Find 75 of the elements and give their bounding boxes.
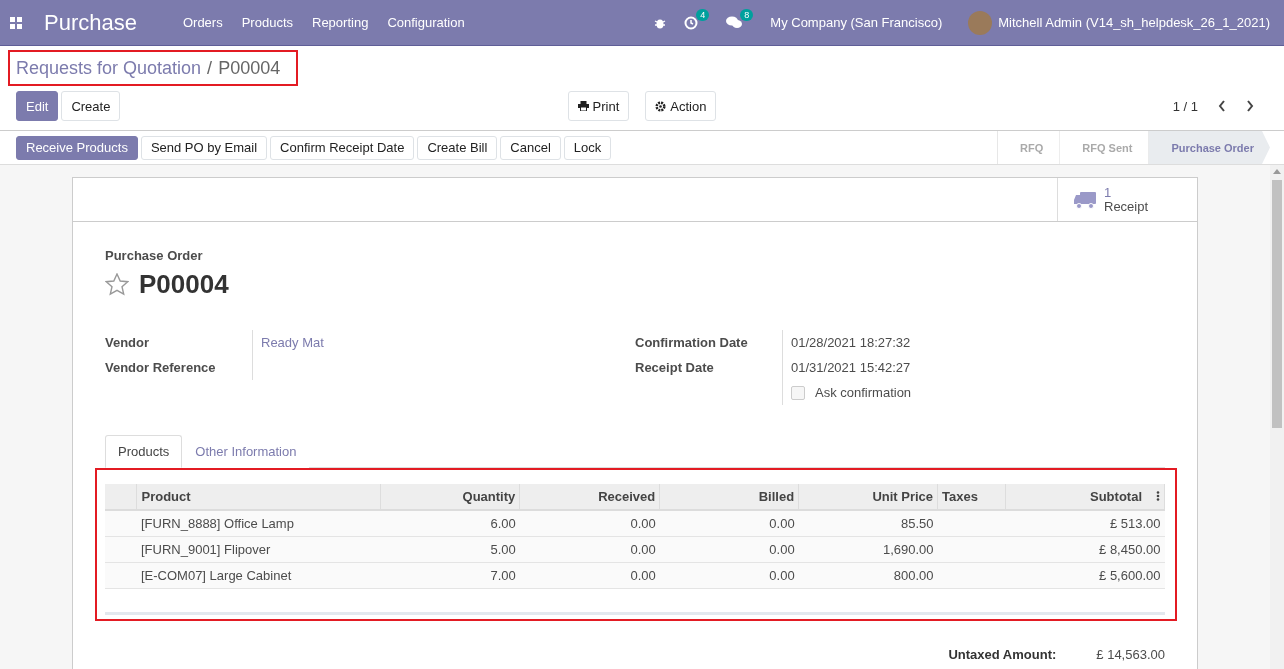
table-cell: 1,690.00 (798, 536, 938, 562)
column-header[interactable]: Received (519, 484, 660, 510)
nav-menu-item[interactable]: Configuration (387, 15, 465, 30)
vendor-link[interactable]: Ready Mat (253, 330, 635, 355)
document-type-label: Purchase Order (105, 248, 204, 263)
apps-menu-icon[interactable] (10, 16, 22, 29)
table-cell: 7.00 (380, 562, 520, 588)
star-icon[interactable] (105, 273, 129, 296)
header-action-button[interactable]: Create Bill (417, 135, 498, 160)
column-header[interactable]: Taxes (937, 484, 1006, 510)
table-cell: 800.00 (798, 562, 938, 588)
header-action-button[interactable]: Send PO by Email (140, 135, 268, 160)
company-switcher[interactable]: My Company (San Francisco) (770, 15, 943, 30)
scrollbar[interactable] (1270, 165, 1284, 669)
checkbox-label: Ask confirmation (815, 385, 912, 400)
next-icon[interactable] (1246, 100, 1254, 112)
field-value: 01/28/2021 18:27:32 (790, 334, 912, 352)
column-header[interactable]: Billed (659, 484, 799, 510)
pager-counter: 1 / 1 (1172, 98, 1198, 114)
table-cell: 0.00 (659, 562, 799, 588)
table-cell: [FURN_9001] Flipover (136, 536, 381, 562)
app-name[interactable]: Purchase (44, 9, 137, 36)
table-cell: £ 8,450.00 (1005, 536, 1165, 562)
table-cell: 0.00 (519, 510, 660, 536)
previous-icon[interactable] (1218, 100, 1226, 112)
header-action-button[interactable]: Confirm Receipt Date (270, 135, 415, 160)
column-header[interactable]: Quantity (380, 484, 520, 510)
field-label: Receipt Date (635, 355, 783, 380)
column-options-icon[interactable] (1156, 491, 1160, 501)
table-cell: 6.00 (380, 510, 520, 536)
table-cell: £ 513.00 (1005, 510, 1165, 536)
header-action-button[interactable]: Cancel (500, 135, 561, 160)
clock-icon[interactable] (684, 15, 699, 30)
scroll-up-icon[interactable] (1273, 169, 1281, 174)
message-count-badge: 8 (740, 9, 754, 21)
order-number: P00004 (139, 269, 229, 300)
truck-icon (1074, 190, 1096, 209)
print-button[interactable]: Print (567, 91, 630, 121)
receipt-smart-button[interactable]: 1 Receipt (1057, 178, 1197, 221)
nav-menu-item[interactable]: Reporting (312, 15, 369, 30)
breadcrumb-link[interactable]: Requests for Quotation (16, 57, 202, 79)
table-cell: 5.00 (380, 536, 520, 562)
checkbox[interactable] (791, 385, 805, 400)
table-cell: £ 5,600.00 (1005, 562, 1165, 588)
printer-icon (577, 101, 589, 111)
field-value: 01/31/2021 15:42:27 (790, 359, 912, 377)
table-cell: [E-COM07] Large Cabinet (136, 562, 381, 588)
table-cell: 0.00 (659, 536, 799, 562)
field-label: Vendor Reference (105, 355, 253, 380)
chat-icon[interactable] (726, 16, 743, 29)
gear-icon (655, 100, 667, 112)
create-button[interactable]: Create (61, 91, 121, 121)
notebook-tab[interactable]: Products (105, 435, 183, 468)
column-header[interactable]: Subtotal (1005, 484, 1165, 510)
field-label: Confirmation Date (635, 330, 783, 355)
field-label: Vendor (105, 330, 253, 355)
total-value: £ 14,563.00 (1096, 646, 1165, 662)
header-action-button[interactable]: Receive Products (16, 135, 138, 160)
user-menu[interactable]: Mitchell Admin (V14_sh_helpdesk_26_1_2021) (998, 15, 1270, 30)
nav-menu-item[interactable]: Orders (182, 15, 223, 30)
activity-count-badge: 4 (696, 8, 710, 21)
breadcrumb-separator: / (207, 57, 213, 79)
column-header[interactable]: Product (136, 484, 381, 510)
table-cell: [FURN_8888] Office Lamp (136, 510, 381, 536)
action-button[interactable]: Action (645, 91, 717, 121)
column-header[interactable]: Unit Price (798, 484, 938, 510)
table-cell: 0.00 (519, 536, 660, 562)
header-action-button[interactable]: Lock (563, 135, 612, 160)
table-cell: 85.50 (798, 510, 938, 536)
breadcrumb-current: P00004 (218, 57, 281, 79)
total-label: Untaxed Amount: (948, 646, 1057, 662)
table-cell: 0.00 (519, 562, 660, 588)
table-cell: 0.00 (659, 510, 799, 536)
edit-button[interactable]: Edit (16, 91, 59, 121)
nav-menu-item[interactable]: Products (241, 15, 293, 30)
